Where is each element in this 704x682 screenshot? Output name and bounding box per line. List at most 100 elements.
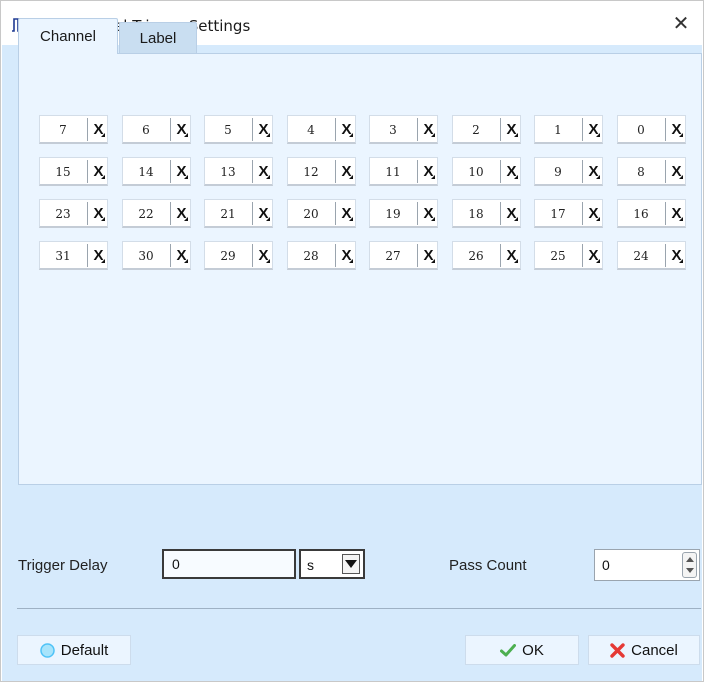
channel-cell[interactable]: 7X <box>39 115 108 144</box>
pass-count-input[interactable]: 0 <box>594 549 700 581</box>
channel-cell[interactable]: 5X <box>204 115 273 144</box>
channel-trigger-state-button[interactable]: X <box>419 116 438 143</box>
corner-triangle-icon <box>266 133 270 137</box>
channel-trigger-state-button[interactable]: X <box>419 200 438 227</box>
spin-up-icon[interactable] <box>686 557 694 562</box>
channel-cell[interactable]: 22 X <box>122 199 191 228</box>
channel-cell[interactable]: 13 X <box>204 157 273 186</box>
channel-cell[interactable]: 9X <box>534 157 603 186</box>
channel-trigger-state-button[interactable]: X <box>584 158 603 185</box>
channel-cell[interactable]: 1X <box>534 115 603 144</box>
channel-cell[interactable]: 16 X <box>617 199 686 228</box>
channel-trigger-state-button[interactable]: X <box>337 242 356 269</box>
channel-trigger-state-button[interactable]: X <box>667 116 686 143</box>
corner-triangle-icon <box>184 133 188 137</box>
channel-cell[interactable]: 12 X <box>287 157 356 186</box>
channel-number: 18 <box>468 206 484 221</box>
channel-cell[interactable]: 21 X <box>204 199 273 228</box>
channel-trigger-state-button[interactable]: X <box>172 116 191 143</box>
channel-cell[interactable]: 30 X <box>122 241 191 270</box>
channel-cell[interactable]: 24 X <box>617 241 686 270</box>
channel-number: 12 <box>303 164 319 179</box>
channel-separator <box>87 118 88 141</box>
channel-cell[interactable]: 29 X <box>204 241 273 270</box>
channel-trigger-state-button[interactable]: X <box>254 200 273 227</box>
channel-trigger-state-button[interactable]: X <box>584 242 603 269</box>
default-button-label: Default <box>60 641 109 659</box>
channel-trigger-state-button[interactable]: X <box>419 242 438 269</box>
channel-trigger-state-button[interactable]: X <box>502 242 521 269</box>
unit-dropdown-button[interactable] <box>342 554 360 574</box>
tab-channel[interactable]: Channel <box>18 18 118 54</box>
channel-trigger-state-button[interactable]: X <box>667 158 686 185</box>
channel-cell[interactable]: 19 X <box>369 199 438 228</box>
channel-separator <box>665 244 666 267</box>
cancel-button-label: Cancel <box>631 641 678 659</box>
channel-trigger-state-button[interactable]: X <box>419 158 438 185</box>
channel-cell[interactable]: 2X <box>452 115 521 144</box>
channel-cell[interactable]: 28 X <box>287 241 356 270</box>
channel-separator <box>87 202 88 225</box>
channel-separator <box>417 244 418 267</box>
channel-trigger-state-button[interactable]: X <box>502 200 521 227</box>
channel-trigger-state-button[interactable]: X <box>89 242 108 269</box>
channel-cell[interactable]: 25 X <box>534 241 603 270</box>
channel-cell[interactable]: 27 X <box>369 241 438 270</box>
channel-cell[interactable]: 18 X <box>452 199 521 228</box>
channel-cell[interactable]: 6X <box>122 115 191 144</box>
channel-trigger-state-button[interactable]: X <box>89 116 108 143</box>
channel-trigger-state-button[interactable]: X <box>667 200 686 227</box>
channel-cell[interactable]: 31 X <box>39 241 108 270</box>
channel-trigger-state-button[interactable]: X <box>254 116 273 143</box>
channel-trigger-state-button[interactable]: X <box>254 242 273 269</box>
channel-trigger-state-button[interactable]: X <box>89 158 108 185</box>
channel-trigger-state-button[interactable]: X <box>337 116 356 143</box>
trigger-delay-input[interactable]: 0 <box>162 549 296 579</box>
unit-select-value: s <box>307 557 314 573</box>
channel-trigger-state-button[interactable]: X <box>172 200 191 227</box>
channel-cell[interactable]: 26 X <box>452 241 521 270</box>
ok-button[interactable]: OK <box>465 635 579 665</box>
channel-cell[interactable]: 0X <box>617 115 686 144</box>
tab-label[interactable]: Label <box>119 22 197 54</box>
channel-number: 6 <box>142 122 150 137</box>
channel-number: 26 <box>468 248 484 263</box>
channel-number: 28 <box>303 248 319 263</box>
channel-trigger-state-button[interactable]: X <box>172 158 191 185</box>
channel-number: 23 <box>55 206 71 221</box>
channel-trigger-state-button[interactable]: X <box>502 158 521 185</box>
channel-separator <box>252 160 253 183</box>
default-button[interactable]: Default <box>17 635 131 665</box>
channel-cell[interactable]: 14 X <box>122 157 191 186</box>
channel-trigger-state-button[interactable]: X <box>337 158 356 185</box>
channel-trigger-state-button[interactable]: X <box>337 200 356 227</box>
channel-trigger-state-button[interactable]: X <box>502 116 521 143</box>
channel-trigger-state-button[interactable]: X <box>584 200 603 227</box>
channel-cell[interactable]: 20 X <box>287 199 356 228</box>
channel-separator <box>417 202 418 225</box>
corner-triangle-icon <box>431 133 435 137</box>
channel-cell[interactable]: 23 X <box>39 199 108 228</box>
channel-cell[interactable]: 10 X <box>452 157 521 186</box>
channel-trigger-state-button[interactable]: X <box>667 242 686 269</box>
channel-cell[interactable]: 3X <box>369 115 438 144</box>
channel-number: 16 <box>633 206 649 221</box>
channel-trigger-state-button[interactable]: X <box>89 200 108 227</box>
channel-cell[interactable]: 11 X <box>369 157 438 186</box>
channel-separator <box>170 160 171 183</box>
channel-number: 8 <box>637 164 645 179</box>
cancel-button[interactable]: Cancel <box>588 635 700 665</box>
channel-cell[interactable]: 17 X <box>534 199 603 228</box>
channel-separator <box>252 118 253 141</box>
trigger-delay-unit-select[interactable]: s <box>299 549 365 579</box>
channel-cell[interactable]: 8X <box>617 157 686 186</box>
channel-trigger-state-button[interactable]: X <box>584 116 603 143</box>
channel-cell[interactable]: 4X <box>287 115 356 144</box>
spin-down-icon[interactable] <box>686 568 694 573</box>
channel-number: 25 <box>550 248 566 263</box>
channel-number: 27 <box>385 248 401 263</box>
channel-trigger-state-button[interactable]: X <box>254 158 273 185</box>
close-button[interactable]: ✕ <box>659 1 703 45</box>
channel-cell[interactable]: 15 X <box>39 157 108 186</box>
channel-trigger-state-button[interactable]: X <box>172 242 191 269</box>
